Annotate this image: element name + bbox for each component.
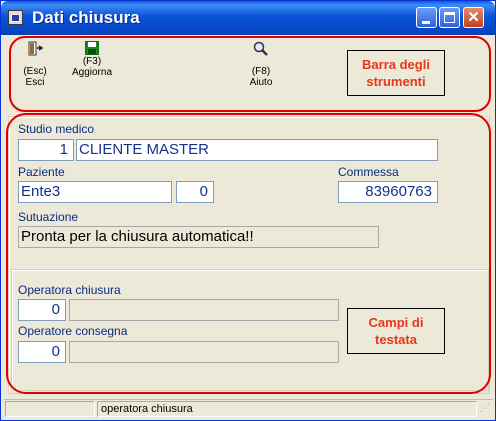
window-title: Dati chiusura (32, 8, 140, 27)
title-bar[interactable]: Dati chiusura ✕ (1, 1, 495, 35)
maximize-icon (444, 12, 455, 23)
close-button[interactable]: ✕ (463, 7, 484, 28)
header-fields-highlight-ring (6, 113, 491, 394)
minimize-icon (422, 21, 430, 24)
status-bar: operatora chiusura ⋰ (4, 399, 493, 419)
app-window-icon[interactable] (8, 10, 23, 25)
status-cell-empty (5, 401, 95, 417)
close-icon: ✕ (467, 9, 480, 26)
resize-grip-icon[interactable]: ⋰ (480, 403, 492, 415)
maximize-button[interactable] (439, 7, 460, 28)
toolbar-highlight-ring (9, 36, 491, 112)
status-text: operatora chiusura (97, 401, 477, 417)
minimize-button[interactable] (416, 7, 437, 28)
dialog-window: Dati chiusura ✕ (Esc) Esci (F3) Aggiorna (0, 0, 496, 421)
